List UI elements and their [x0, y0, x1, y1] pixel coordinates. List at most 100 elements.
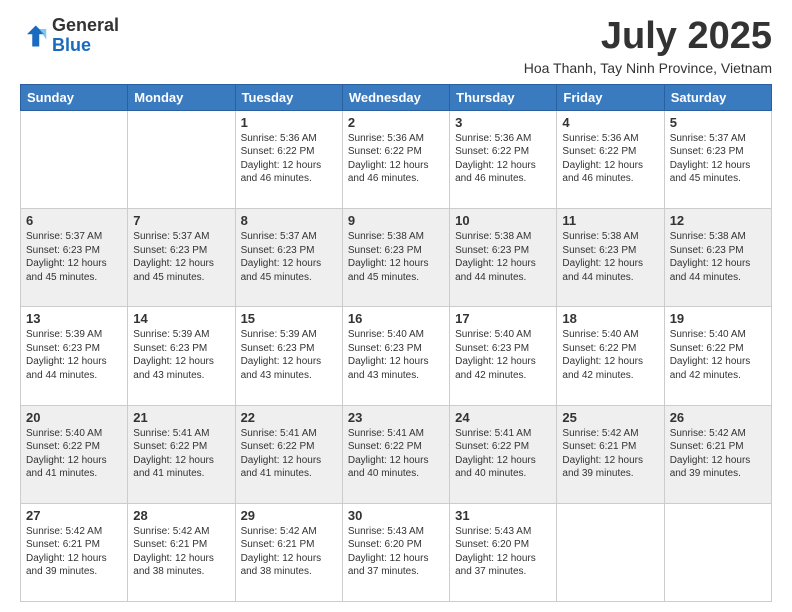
table-row: 14 Sunrise: 5:39 AM Sunset: 6:23 PM Dayli… — [128, 307, 235, 405]
day-number: 24 — [455, 410, 551, 425]
day-info: Sunrise: 5:38 AM Sunset: 6:23 PM Dayligh… — [455, 230, 551, 284]
table-row: 19 Sunrise: 5:40 AM Sunset: 6:22 PM Dayli… — [664, 307, 771, 405]
day-info: Sunrise: 5:39 AM Sunset: 6:23 PM Dayligh… — [241, 328, 337, 382]
day-info: Sunrise: 5:36 AM Sunset: 6:22 PM Dayligh… — [348, 132, 444, 186]
day-number: 28 — [133, 508, 229, 523]
col-tuesday: Tuesday — [235, 84, 342, 110]
table-row: 3Sunrise: 5:36 AM Sunset: 6:22 PM Daylig… — [450, 110, 557, 208]
day-number: 19 — [670, 311, 766, 326]
calendar-week-row: 1 Sunrise: 5:36 AM Sunset: 6:22 PM Daylig… — [21, 110, 772, 208]
day-number: 13 — [26, 311, 122, 326]
day-number: 2 — [348, 115, 444, 130]
logo-icon — [20, 22, 48, 50]
table-row: 16Sunrise: 5:40 AM Sunset: 6:23 PM Dayli… — [342, 307, 449, 405]
table-row: 23 Sunrise: 5:41 AM Sunset: 6:22 PM Dayli… — [342, 405, 449, 503]
day-number: 7 — [133, 213, 229, 228]
day-number: 6 — [26, 213, 122, 228]
table-row: 21 Sunrise: 5:41 AM Sunset: 6:22 PM Dayli… — [128, 405, 235, 503]
day-number: 10 — [455, 213, 551, 228]
day-info: Sunrise: 5:37 AM Sunset: 6:23 PM Dayligh… — [26, 230, 122, 284]
table-row: 5Sunrise: 5:37 AM Sunset: 6:23 PM Daylig… — [664, 110, 771, 208]
day-number: 11 — [562, 213, 658, 228]
table-row: 20 Sunrise: 5:40 AM Sunset: 6:22 PM Dayli… — [21, 405, 128, 503]
table-row: 2 Sunrise: 5:36 AM Sunset: 6:22 PM Daylig… — [342, 110, 449, 208]
table-row: 31 Sunrise: 5:43 AM Sunset: 6:20 PM Dayli… — [450, 503, 557, 601]
day-number: 31 — [455, 508, 551, 523]
table-row: 9 Sunrise: 5:38 AM Sunset: 6:23 PM Daylig… — [342, 209, 449, 307]
day-number: 14 — [133, 311, 229, 326]
day-number: 29 — [241, 508, 337, 523]
day-info: Sunrise: 5:39 AM Sunset: 6:23 PM Dayligh… — [133, 328, 229, 382]
col-thursday: Thursday — [450, 84, 557, 110]
table-row: 30Sunrise: 5:43 AM Sunset: 6:20 PM Dayli… — [342, 503, 449, 601]
table-row: 25Sunrise: 5:42 AM Sunset: 6:21 PM Dayli… — [557, 405, 664, 503]
day-number: 25 — [562, 410, 658, 425]
day-info: Sunrise: 5:40 AM Sunset: 6:22 PM Dayligh… — [670, 328, 766, 382]
day-info: Sunrise: 5:38 AM Sunset: 6:23 PM Dayligh… — [348, 230, 444, 284]
table-row: 13 Sunrise: 5:39 AM Sunset: 6:23 PM Dayli… — [21, 307, 128, 405]
day-info: Sunrise: 5:37 AM Sunset: 6:23 PM Dayligh… — [241, 230, 337, 284]
col-monday: Monday — [128, 84, 235, 110]
logo-general: General — [52, 15, 119, 35]
table-row — [128, 110, 235, 208]
table-row: 4 Sunrise: 5:36 AM Sunset: 6:22 PM Daylig… — [557, 110, 664, 208]
table-row: 7 Sunrise: 5:37 AM Sunset: 6:23 PM Daylig… — [128, 209, 235, 307]
table-row: 11 Sunrise: 5:38 AM Sunset: 6:23 PM Dayli… — [557, 209, 664, 307]
day-info: Sunrise: 5:39 AM Sunset: 6:23 PM Dayligh… — [26, 328, 122, 382]
day-number: 1 — [241, 115, 337, 130]
day-info: Sunrise: 5:42 AM Sunset: 6:21 PM Dayligh… — [26, 525, 122, 579]
col-sunday: Sunday — [21, 84, 128, 110]
logo-blue: Blue — [52, 35, 91, 55]
table-row: 10 Sunrise: 5:38 AM Sunset: 6:23 PM Dayli… — [450, 209, 557, 307]
day-number: 3 — [455, 115, 551, 130]
col-wednesday: Wednesday — [342, 84, 449, 110]
day-info: Sunrise: 5:36 AM Sunset: 6:22 PM Dayligh… — [241, 132, 337, 186]
logo-text: General Blue — [52, 16, 119, 56]
day-info: Sunrise: 5:40 AM Sunset: 6:23 PM Dayligh… — [455, 328, 551, 382]
day-info: Sunrise: 5:40 AM Sunset: 6:22 PM Dayligh… — [562, 328, 658, 382]
table-row: 1 Sunrise: 5:36 AM Sunset: 6:22 PM Daylig… — [235, 110, 342, 208]
day-number: 17 — [455, 311, 551, 326]
calendar-header-row: Sunday Monday Tuesday Wednesday Thursday… — [21, 84, 772, 110]
table-row: 22Sunrise: 5:41 AM Sunset: 6:22 PM Dayli… — [235, 405, 342, 503]
day-info: Sunrise: 5:42 AM Sunset: 6:21 PM Dayligh… — [133, 525, 229, 579]
day-info: Sunrise: 5:41 AM Sunset: 6:22 PM Dayligh… — [348, 427, 444, 481]
day-info: Sunrise: 5:41 AM Sunset: 6:22 PM Dayligh… — [455, 427, 551, 481]
table-row — [21, 110, 128, 208]
day-info: Sunrise: 5:36 AM Sunset: 6:22 PM Dayligh… — [562, 132, 658, 186]
table-row: 27 Sunrise: 5:42 AM Sunset: 6:21 PM Dayli… — [21, 503, 128, 601]
table-row: 6 Sunrise: 5:37 AM Sunset: 6:23 PM Daylig… — [21, 209, 128, 307]
table-row: 17 Sunrise: 5:40 AM Sunset: 6:23 PM Dayli… — [450, 307, 557, 405]
header: General Blue July 2025 Hoa Thanh, Tay Ni… — [20, 16, 772, 76]
day-number: 15 — [241, 311, 337, 326]
day-info: Sunrise: 5:41 AM Sunset: 6:22 PM Dayligh… — [133, 427, 229, 481]
day-number: 20 — [26, 410, 122, 425]
title-block: July 2025 Hoa Thanh, Tay Ninh Province, … — [524, 16, 772, 76]
calendar-table: Sunday Monday Tuesday Wednesday Thursday… — [20, 84, 772, 602]
day-number: 23 — [348, 410, 444, 425]
col-friday: Friday — [557, 84, 664, 110]
day-number: 26 — [670, 410, 766, 425]
table-row: 12Sunrise: 5:38 AM Sunset: 6:23 PM Dayli… — [664, 209, 771, 307]
day-info: Sunrise: 5:38 AM Sunset: 6:23 PM Dayligh… — [562, 230, 658, 284]
day-number: 8 — [241, 213, 337, 228]
day-info: Sunrise: 5:37 AM Sunset: 6:23 PM Dayligh… — [133, 230, 229, 284]
day-number: 21 — [133, 410, 229, 425]
day-info: Sunrise: 5:38 AM Sunset: 6:23 PM Dayligh… — [670, 230, 766, 284]
logo: General Blue — [20, 16, 119, 56]
day-info: Sunrise: 5:40 AM Sunset: 6:22 PM Dayligh… — [26, 427, 122, 481]
day-info: Sunrise: 5:42 AM Sunset: 6:21 PM Dayligh… — [670, 427, 766, 481]
day-number: 5 — [670, 115, 766, 130]
table-row — [557, 503, 664, 601]
day-number: 4 — [562, 115, 658, 130]
table-row: 29Sunrise: 5:42 AM Sunset: 6:21 PM Dayli… — [235, 503, 342, 601]
calendar-week-row: 6 Sunrise: 5:37 AM Sunset: 6:23 PM Daylig… — [21, 209, 772, 307]
table-row: 26 Sunrise: 5:42 AM Sunset: 6:21 PM Dayli… — [664, 405, 771, 503]
table-row — [664, 503, 771, 601]
day-number: 27 — [26, 508, 122, 523]
table-row: 24 Sunrise: 5:41 AM Sunset: 6:22 PM Dayli… — [450, 405, 557, 503]
day-number: 16 — [348, 311, 444, 326]
day-number: 9 — [348, 213, 444, 228]
day-info: Sunrise: 5:43 AM Sunset: 6:20 PM Dayligh… — [455, 525, 551, 579]
page: General Blue July 2025 Hoa Thanh, Tay Ni… — [0, 0, 792, 612]
